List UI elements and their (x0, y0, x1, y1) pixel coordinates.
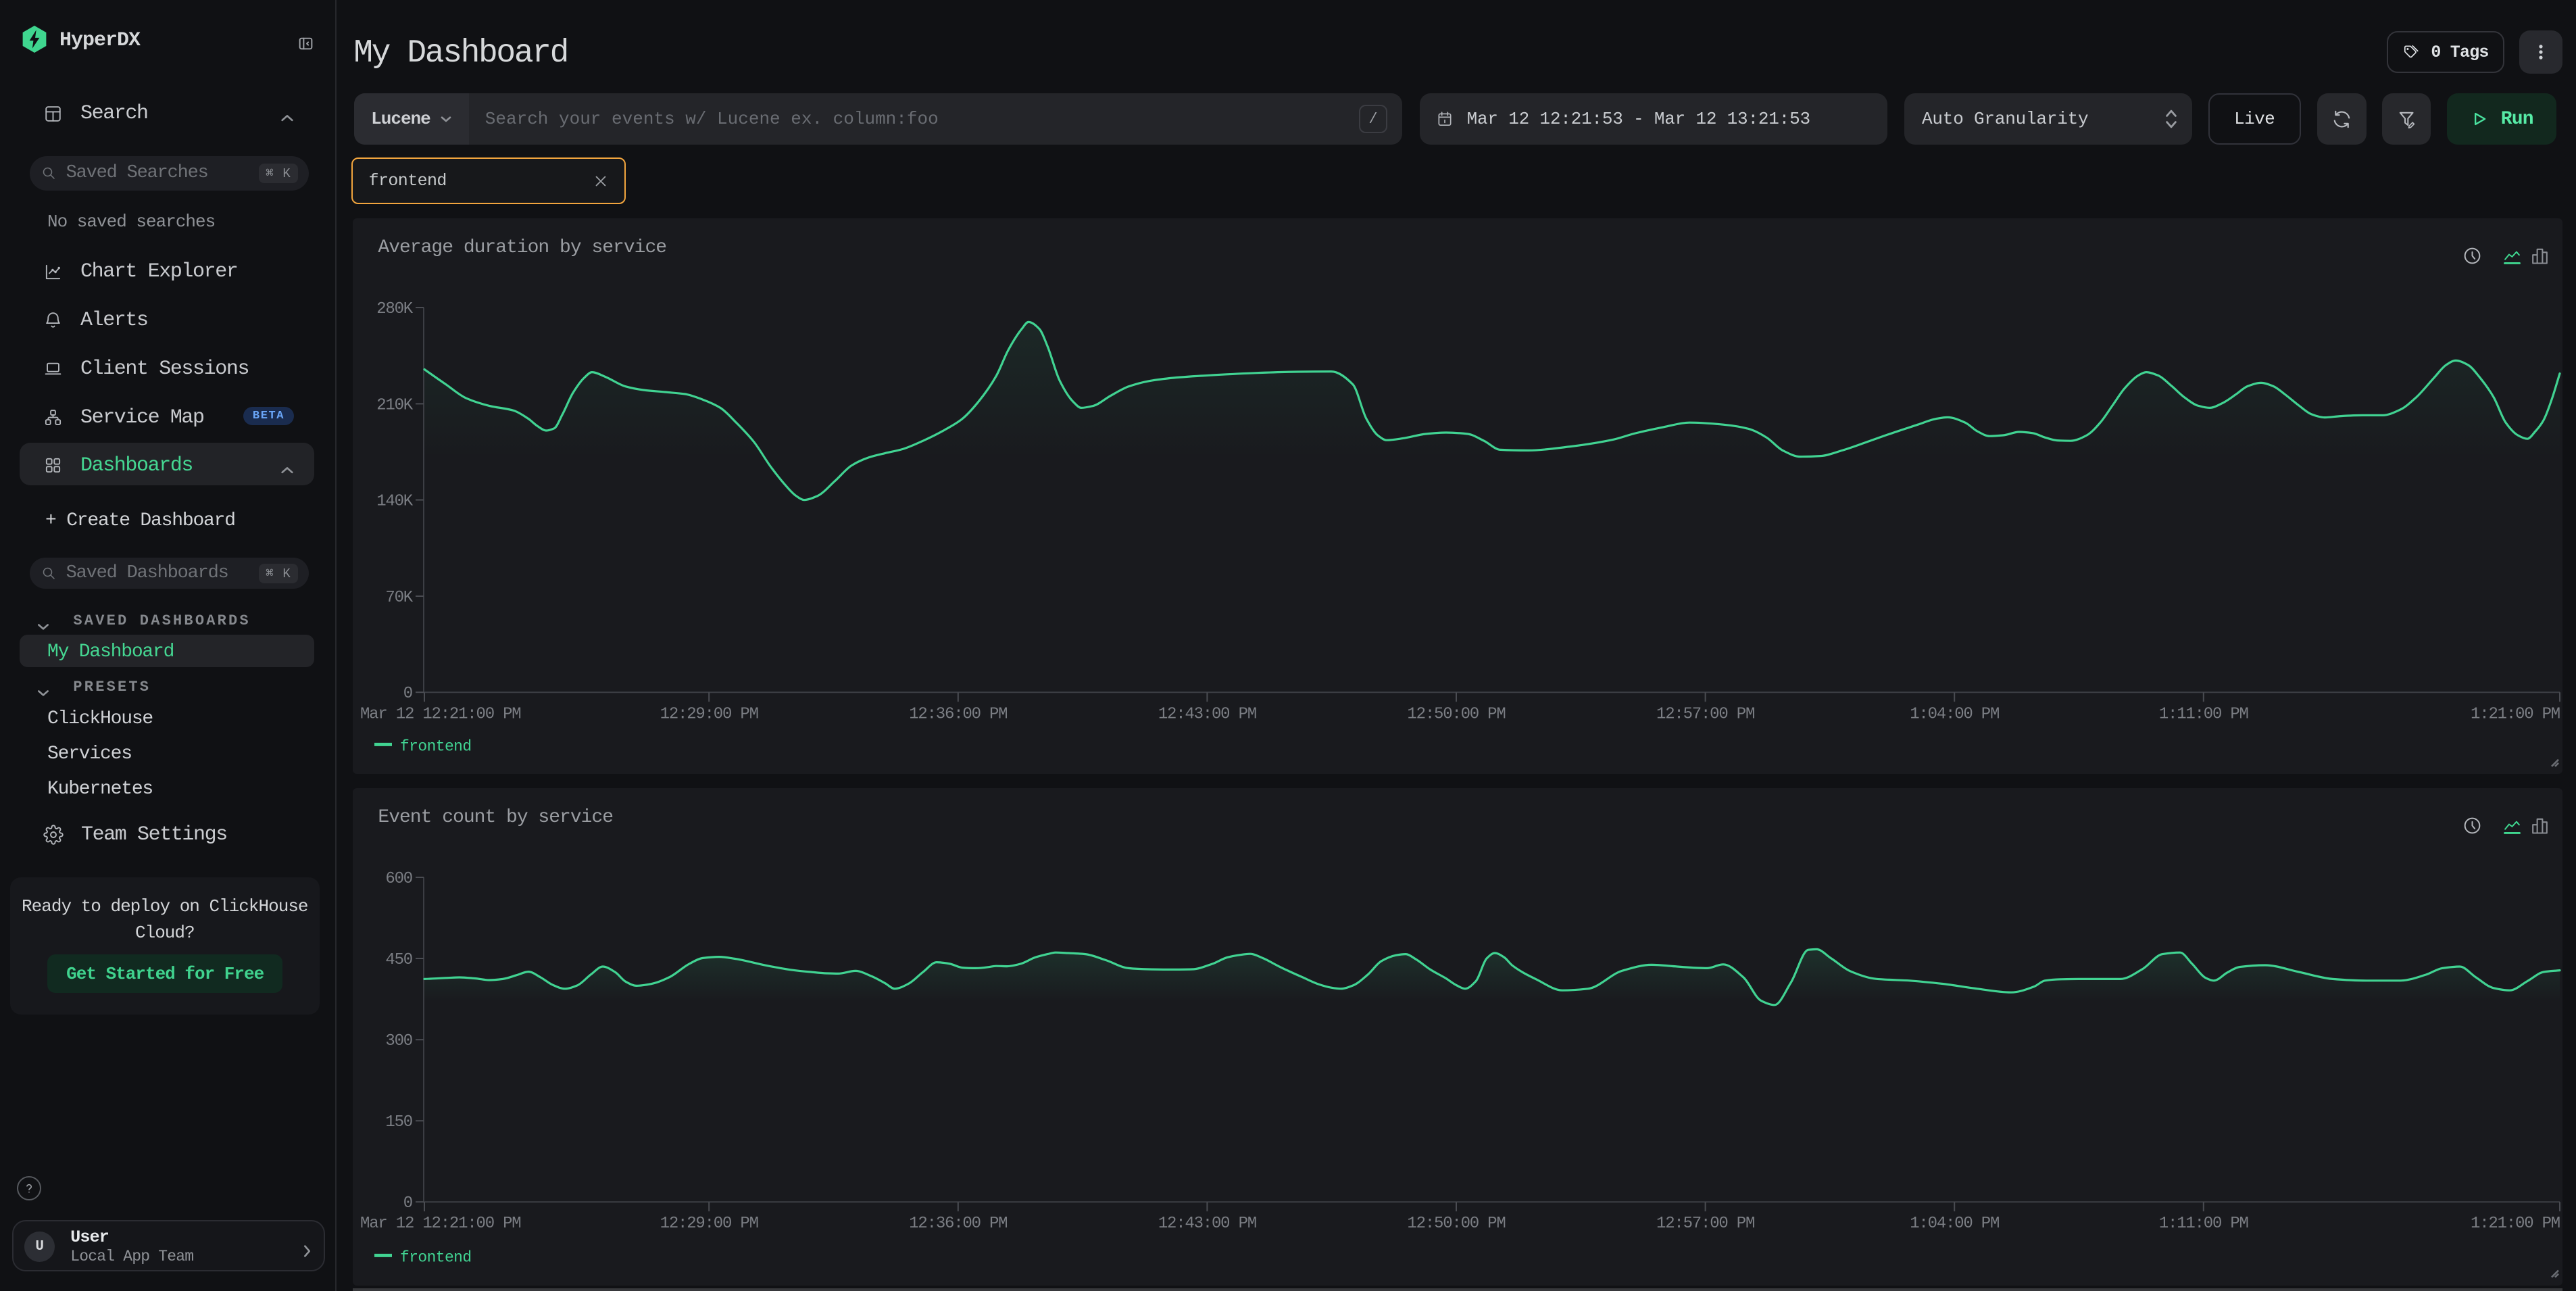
svg-text:450: 450 (385, 951, 412, 969)
svg-text:150: 150 (385, 1113, 412, 1131)
svg-text:12:57:00 PM: 12:57:00 PM (1656, 1215, 1754, 1233)
svg-text:12:43:00 PM: 12:43:00 PM (1158, 705, 1256, 723)
svg-text:Mar 12 12:21:00 PM: Mar 12 12:21:00 PM (360, 705, 520, 723)
svg-text:1:11:00 PM: 1:11:00 PM (2159, 705, 2248, 723)
svg-text:12:43:00 PM: 12:43:00 PM (1158, 1215, 1256, 1233)
svg-text:280K: 280K (376, 300, 414, 318)
svg-text:12:29:00 PM: 12:29:00 PM (660, 1215, 758, 1233)
svg-text:1:04:00 PM: 1:04:00 PM (1910, 705, 1999, 723)
svg-text:frontend: frontend (400, 737, 472, 755)
svg-text:140K: 140K (376, 492, 414, 510)
svg-text:70K: 70K (385, 589, 413, 607)
svg-text:300: 300 (385, 1032, 412, 1050)
svg-text:1:04:00 PM: 1:04:00 PM (1910, 1215, 1999, 1233)
svg-text:210K: 210K (376, 396, 414, 414)
svg-text:12:36:00 PM: 12:36:00 PM (909, 705, 1007, 723)
svg-text:1:11:00 PM: 1:11:00 PM (2159, 1215, 2248, 1233)
svg-text:1:21:00 PM: 1:21:00 PM (2471, 1215, 2560, 1233)
svg-text:12:36:00 PM: 12:36:00 PM (909, 1215, 1007, 1233)
svg-text:Mar 12 12:21:00 PM: Mar 12 12:21:00 PM (360, 1215, 520, 1233)
svg-text:0: 0 (403, 685, 412, 703)
svg-text:1:21:00 PM: 1:21:00 PM (2471, 705, 2560, 723)
svg-text:12:50:00 PM: 12:50:00 PM (1407, 1215, 1505, 1233)
svg-text:12:57:00 PM: 12:57:00 PM (1656, 705, 1754, 723)
svg-text:frontend: frontend (400, 1248, 472, 1266)
svg-text:12:29:00 PM: 12:29:00 PM (660, 705, 758, 723)
svg-text:600: 600 (385, 870, 412, 888)
svg-text:0: 0 (403, 1194, 412, 1213)
svg-text:12:50:00 PM: 12:50:00 PM (1407, 705, 1505, 723)
